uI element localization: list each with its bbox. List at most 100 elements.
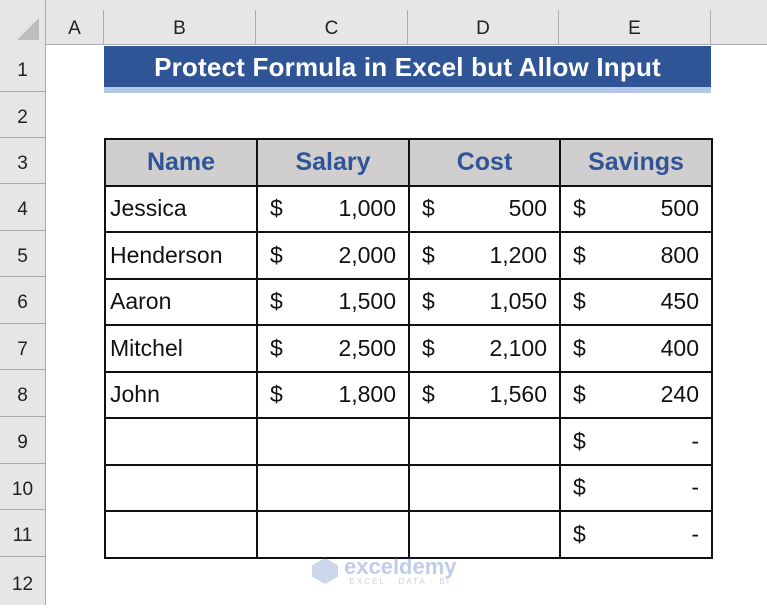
row-header-7[interactable]: 7 xyxy=(0,324,46,370)
cell-savings[interactable]: $800 xyxy=(559,231,713,280)
row-header-10[interactable]: 10 xyxy=(0,464,46,510)
row-header-12[interactable]: 12 xyxy=(0,557,46,605)
cell-value: 1,500 xyxy=(338,288,396,315)
column-header-e[interactable]: E xyxy=(559,10,711,45)
cell-cost[interactable]: $1,560 xyxy=(408,370,561,419)
column-header-d[interactable]: D xyxy=(408,10,559,45)
currency-symbol: $ xyxy=(573,241,586,268)
watermark-brand: exceldemy xyxy=(344,554,457,579)
cell-name[interactable] xyxy=(104,510,258,559)
cell-savings[interactable]: $240 xyxy=(559,370,713,419)
row-header-4[interactable]: 4 xyxy=(0,184,46,231)
cell-cost[interactable]: $500 xyxy=(408,184,561,233)
cell-name[interactable]: Jessica xyxy=(104,184,258,233)
cell-salary[interactable] xyxy=(256,417,410,466)
currency-symbol: $ xyxy=(573,474,586,501)
currency-symbol: $ xyxy=(573,427,586,454)
cell-value: 2,500 xyxy=(338,334,396,361)
cell-salary[interactable]: $1,000 xyxy=(256,184,410,233)
table-row: $ - xyxy=(104,510,713,559)
cell-value: 800 xyxy=(660,241,699,268)
cell-savings[interactable]: $ - xyxy=(559,463,713,512)
sheet-title[interactable]: Protect Formula in Excel but Allow Input xyxy=(104,46,711,87)
row-header-11[interactable]: 11 xyxy=(0,510,46,557)
cell-salary[interactable] xyxy=(256,463,410,512)
title-underline xyxy=(104,87,711,93)
cell-salary[interactable] xyxy=(256,510,410,559)
cell-value: 500 xyxy=(660,195,699,222)
currency-symbol: $ xyxy=(270,241,283,268)
cell-cost[interactable] xyxy=(408,463,561,512)
cell-salary[interactable]: $1,500 xyxy=(256,277,410,326)
cell-name[interactable]: Henderson xyxy=(104,231,258,280)
exceldemy-watermark: exceldemy EXCEL · DATA · BI xyxy=(312,556,457,586)
row-header-9[interactable]: 9 xyxy=(0,417,46,464)
row-header-3[interactable]: 3 xyxy=(0,138,46,184)
cell-savings[interactable]: $400 xyxy=(559,324,713,373)
currency-symbol: $ xyxy=(573,381,586,408)
column-header-c[interactable]: C xyxy=(256,10,408,45)
currency-symbol: $ xyxy=(270,195,283,222)
cell-cost[interactable] xyxy=(408,417,561,466)
cell-value: - xyxy=(691,520,699,547)
header-name[interactable]: Name xyxy=(104,138,258,187)
currency-symbol: $ xyxy=(422,195,435,222)
cell-cost[interactable]: $1,200 xyxy=(408,231,561,280)
cell-value: 1,050 xyxy=(489,288,547,315)
currency-symbol: $ xyxy=(573,520,586,547)
exceldemy-logo-icon xyxy=(312,558,338,584)
row-header-1[interactable]: 1 xyxy=(0,45,46,92)
row-header-8[interactable]: 8 xyxy=(0,370,46,417)
cell-cost[interactable]: $1,050 xyxy=(408,277,561,326)
row-header-6[interactable]: 6 xyxy=(0,277,46,324)
row-header-2[interactable]: 2 xyxy=(0,92,46,138)
cell-salary[interactable]: $2,500 xyxy=(256,324,410,373)
cell-savings[interactable]: $450 xyxy=(559,277,713,326)
currency-symbol: $ xyxy=(270,288,283,315)
currency-symbol: $ xyxy=(573,288,586,315)
currency-symbol: $ xyxy=(422,288,435,315)
cell-name[interactable]: Aaron xyxy=(104,277,258,326)
table-row: Mitchel $2,500 $2,100 $400 xyxy=(104,324,713,373)
currency-symbol: $ xyxy=(270,334,283,361)
cell-cost[interactable] xyxy=(408,510,561,559)
select-all-corner[interactable] xyxy=(0,0,46,45)
cell-savings[interactable]: $500 xyxy=(559,184,713,233)
currency-symbol: $ xyxy=(422,334,435,361)
column-header-b[interactable]: B xyxy=(104,10,256,45)
header-salary[interactable]: Salary xyxy=(256,138,410,187)
table-row: Henderson $2,000 $1,200 $800 xyxy=(104,231,713,280)
cell-name[interactable]: Mitchel xyxy=(104,324,258,373)
cell-value: - xyxy=(691,474,699,501)
cell-value: 400 xyxy=(660,334,699,361)
cell-name[interactable]: John xyxy=(104,370,258,419)
cell-salary[interactable]: $1,800 xyxy=(256,370,410,419)
currency-symbol: $ xyxy=(422,241,435,268)
cell-name[interactable] xyxy=(104,417,258,466)
cell-value: 450 xyxy=(660,288,699,315)
cell-salary[interactable]: $2,000 xyxy=(256,231,410,280)
header-savings[interactable]: Savings xyxy=(559,138,713,187)
table-row: $ - xyxy=(104,463,713,512)
table-row: John $1,800 $1,560 $240 xyxy=(104,370,713,419)
currency-symbol: $ xyxy=(270,381,283,408)
cell-savings[interactable]: $ - xyxy=(559,417,713,466)
cell-value: - xyxy=(691,427,699,454)
watermark-tagline: EXCEL · DATA · BI xyxy=(349,577,451,586)
cell-value: 1,000 xyxy=(338,195,396,222)
select-all-triangle-icon xyxy=(17,18,39,40)
column-header-a[interactable]: A xyxy=(46,10,104,45)
data-table: Name Salary Cost Savings Jessica $1,000 $5… xyxy=(104,138,713,559)
header-cost[interactable]: Cost xyxy=(408,138,561,187)
cell-name[interactable] xyxy=(104,463,258,512)
cell-value: 1,200 xyxy=(489,241,547,268)
row-header-5[interactable]: 5 xyxy=(0,231,46,277)
cell-value: 2,000 xyxy=(338,241,396,268)
table-row: Aaron $1,500 $1,050 $450 xyxy=(104,277,713,326)
cell-value: 1,560 xyxy=(489,381,547,408)
cell-value: 500 xyxy=(508,195,547,222)
cell-cost[interactable]: $2,100 xyxy=(408,324,561,373)
table-row: Jessica $1,000 $500 $500 xyxy=(104,184,713,233)
cell-savings[interactable]: $ - xyxy=(559,510,713,559)
currency-symbol: $ xyxy=(573,334,586,361)
